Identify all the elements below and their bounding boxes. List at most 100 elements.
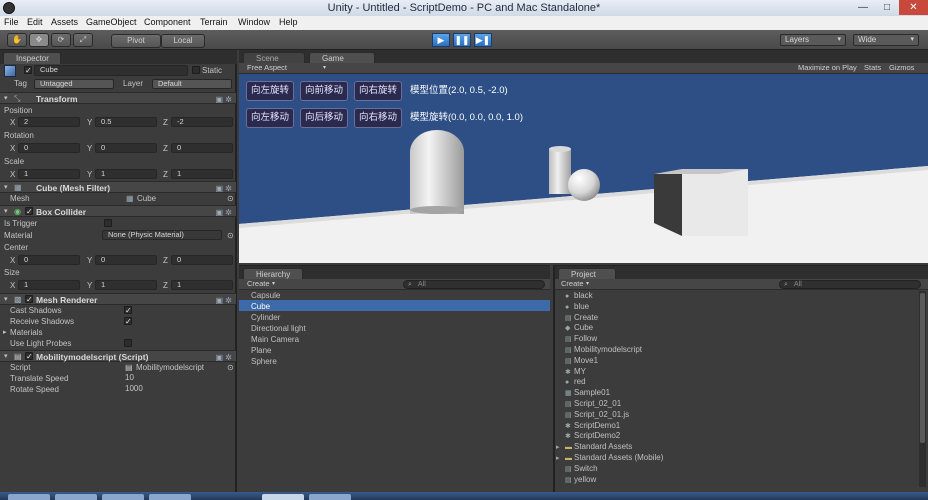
local-toggle[interactable]: Local xyxy=(161,34,205,48)
scale-z-field[interactable]: 1 xyxy=(171,169,233,179)
box-collider-header[interactable]: ▾ ◉ ✓ Box Collider ▣ ✲ xyxy=(0,205,236,217)
step-button[interactable]: ▶❚ xyxy=(474,33,492,47)
foldout-arrow-icon[interactable]: ▸ xyxy=(3,328,7,336)
taskbar-item-active[interactable] xyxy=(262,494,304,500)
script-enabled-checkbox[interactable]: ✓ xyxy=(25,352,33,361)
mesh-value[interactable]: Cube xyxy=(137,194,156,203)
physic-material-field[interactable]: None (Physic Material) xyxy=(102,230,222,240)
layout-dropdown[interactable]: Wide ▾ xyxy=(853,34,919,46)
hierarchy-search-input[interactable]: ⌕ All xyxy=(403,280,545,289)
transform-header[interactable]: ▾ ⤡ Transform ▣ ✲ xyxy=(0,92,236,104)
hierarchy-item[interactable]: Directional light xyxy=(251,324,306,333)
mesh-filter-header[interactable]: ▾ ▦ Cube (Mesh Filter) ▣ ✲ xyxy=(0,181,236,193)
project-item[interactable]: ▤ Create xyxy=(565,313,598,322)
rotate-left-button[interactable]: 向左旋转 xyxy=(246,81,294,101)
rotate-speed-field[interactable]: 1000 xyxy=(125,384,143,393)
game-viewport[interactable]: 向左旋转 向前移动 向右旋转 向左移动 向后移动 向右移动 模型位置(2.0, … xyxy=(239,74,928,263)
move-forward-button[interactable]: 向前移动 xyxy=(300,81,348,101)
project-item[interactable]: ● black xyxy=(565,291,593,300)
tab-inspector[interactable]: Inspector xyxy=(3,52,61,64)
project-scrollbar-thumb[interactable] xyxy=(920,293,925,443)
taskbar-item[interactable] xyxy=(102,494,144,500)
taskbar-item[interactable] xyxy=(55,494,97,500)
size-y-field[interactable]: 1 xyxy=(95,280,157,290)
active-checkbox[interactable]: ✓ xyxy=(24,66,32,75)
project-item[interactable]: ▦ Sample01 xyxy=(565,388,610,397)
project-item[interactable]: ▤ Script_02_01.js xyxy=(565,410,629,419)
taskbar-item[interactable] xyxy=(8,494,50,500)
receive-shadows-checkbox[interactable]: ✓ xyxy=(124,317,132,326)
scale-x-field[interactable]: 1 xyxy=(18,169,80,179)
stats-toggle[interactable]: Stats xyxy=(864,63,881,73)
menu-gameobject[interactable]: GameObject xyxy=(86,17,137,27)
settings-gear-icon[interactable]: ▣ ✲ xyxy=(216,184,232,193)
close-button[interactable]: ✕ xyxy=(899,0,928,15)
aspect-dropdown[interactable]: Free Aspect xyxy=(247,63,287,73)
project-item[interactable]: ▤ Move1 xyxy=(565,356,598,365)
project-item[interactable]: ▸ ▬ Standard Assets xyxy=(556,442,632,451)
project-item[interactable]: ✱ ScriptDemo1 xyxy=(565,421,620,430)
settings-gear-icon[interactable]: ▣ ✲ xyxy=(216,95,232,104)
script-value[interactable]: Mobilitymodelscript xyxy=(136,363,204,372)
project-item[interactable]: ▤ Mobilitymodelscript xyxy=(565,345,642,354)
is-trigger-checkbox[interactable] xyxy=(104,219,112,227)
object-picker-icon[interactable]: ⊙ xyxy=(227,231,234,240)
project-item[interactable]: ▤ yellow xyxy=(565,475,596,484)
taskbar-item[interactable] xyxy=(149,494,191,500)
hierarchy-item[interactable]: Capsule xyxy=(251,291,280,300)
project-search-input[interactable]: ⌕ All xyxy=(779,280,921,289)
gizmos-toggle[interactable]: Gizmos xyxy=(889,63,914,73)
project-item[interactable]: ▤ Follow xyxy=(565,334,597,343)
maximize-button[interactable]: □ xyxy=(875,0,899,15)
move-back-button[interactable]: 向后移动 xyxy=(300,108,348,128)
hierarchy-item[interactable]: Cube xyxy=(251,302,270,311)
menu-assets[interactable]: Assets xyxy=(51,17,78,27)
rotate-tool-icon[interactable]: ⟳ xyxy=(51,33,71,47)
menu-component[interactable]: Component xyxy=(144,17,191,27)
rotation-x-field[interactable]: 0 xyxy=(18,143,80,153)
mesh-renderer-header[interactable]: ▾ ▩ ✓ Mesh Renderer ▣ ✲ xyxy=(0,293,236,305)
play-button[interactable]: ▶ xyxy=(432,33,450,47)
hierarchy-create-dropdown[interactable]: Create xyxy=(247,279,270,289)
project-item[interactable]: ▤ Script_02_01 xyxy=(565,399,621,408)
hierarchy-item[interactable]: Main Camera xyxy=(251,335,299,344)
hierarchy-item[interactable]: Plane xyxy=(251,346,271,355)
move-right-button[interactable]: 向右移动 xyxy=(354,108,402,128)
menu-terrain[interactable]: Terrain xyxy=(200,17,228,27)
rotate-right-button[interactable]: 向右旋转 xyxy=(354,81,402,101)
translate-speed-field[interactable]: 10 xyxy=(125,373,134,382)
static-checkbox[interactable] xyxy=(192,66,200,74)
hierarchy-item[interactable]: Sphere xyxy=(251,357,277,366)
materials-label[interactable]: Materials xyxy=(10,328,42,337)
script-component-header[interactable]: ▾ ▤ ✓ Mobilitymodelscript (Script) ▣ ✲ xyxy=(0,350,236,362)
move-tool-icon[interactable]: ✥ xyxy=(29,33,49,47)
project-item[interactable]: ◆ Cube xyxy=(565,323,593,332)
mesh-renderer-enabled-checkbox[interactable]: ✓ xyxy=(25,295,33,304)
layer-dropdown[interactable]: Default xyxy=(152,79,232,89)
menu-file[interactable]: File xyxy=(4,17,19,27)
taskbar-item[interactable] xyxy=(309,494,351,500)
pivot-toggle[interactable]: Pivot xyxy=(111,34,161,48)
project-item[interactable]: ● blue xyxy=(565,302,589,311)
position-z-field[interactable]: -2 xyxy=(171,117,233,127)
box-collider-enabled-checkbox[interactable]: ✓ xyxy=(25,207,33,216)
move-left-button[interactable]: 向左移动 xyxy=(246,108,294,128)
position-y-field[interactable]: 0.5 xyxy=(95,117,157,127)
object-picker-icon[interactable]: ⊙ xyxy=(227,194,234,203)
maximize-on-play-toggle[interactable]: Maximize on Play xyxy=(798,63,857,73)
layers-dropdown[interactable]: Layers ▾ xyxy=(780,34,846,46)
size-z-field[interactable]: 1 xyxy=(171,280,233,290)
tag-dropdown[interactable]: Untagged xyxy=(34,79,114,89)
cast-shadows-checkbox[interactable]: ✓ xyxy=(124,306,132,315)
rotation-y-field[interactable]: 0 xyxy=(95,143,157,153)
scale-tool-icon[interactable]: ⤢ xyxy=(73,33,93,47)
project-item[interactable]: ✱ ScriptDemo2 xyxy=(565,431,620,440)
object-picker-icon[interactable]: ⊙ xyxy=(227,363,234,372)
project-create-dropdown[interactable]: Create xyxy=(561,279,584,289)
light-probes-checkbox[interactable] xyxy=(124,339,132,347)
menu-help[interactable]: Help xyxy=(279,17,298,27)
hierarchy-item[interactable]: Cylinder xyxy=(251,313,280,322)
object-name-field[interactable]: Cube xyxy=(34,65,188,76)
settings-gear-icon[interactable]: ▣ ✲ xyxy=(216,353,232,362)
project-scrollbar[interactable] xyxy=(919,291,926,487)
